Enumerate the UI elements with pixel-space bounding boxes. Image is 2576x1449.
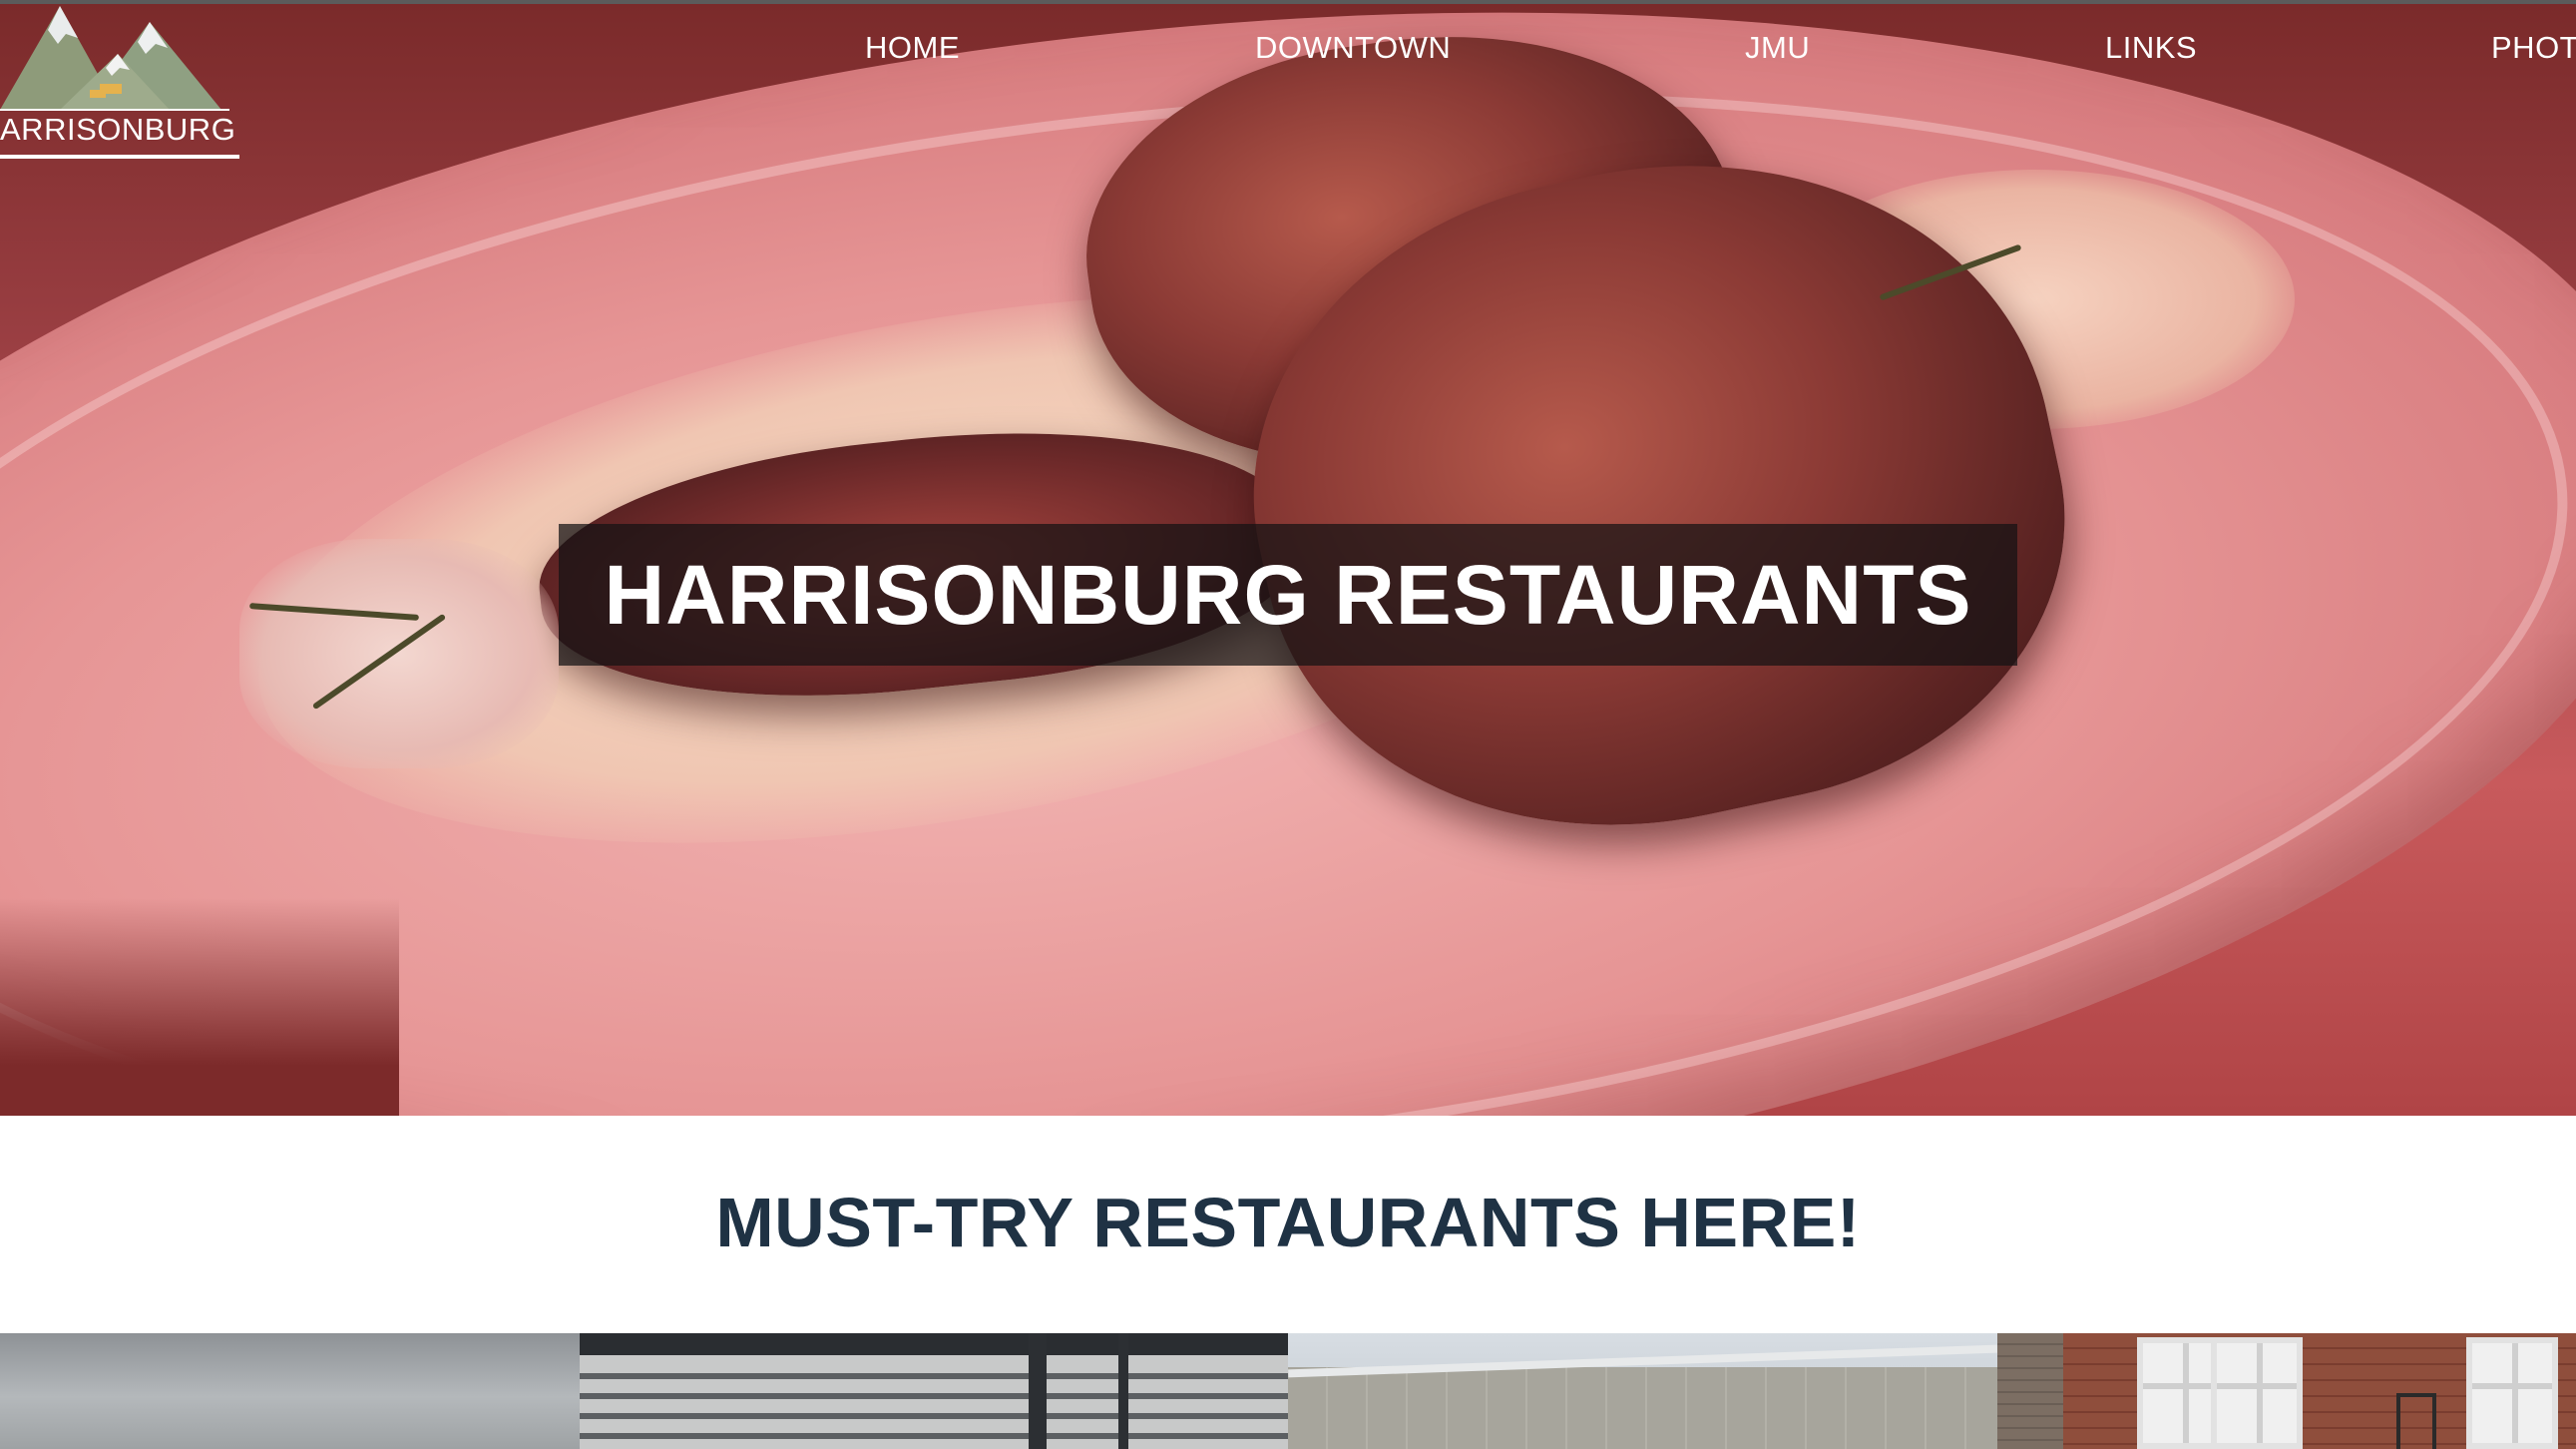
restaurant-gallery: [0, 1333, 2576, 1449]
logo-text: ARRISONBURG: [0, 112, 236, 147]
site-logo[interactable]: ARRISONBURG: [0, 0, 244, 165]
hero-title-box: HARRISONBURG RESTAURANTS: [559, 524, 2017, 666]
main-nav: HOME DOWNTOWN JMU LINKS PHOT: [0, 30, 2576, 80]
nav-home[interactable]: HOME: [865, 30, 960, 66]
gallery-tile-patio[interactable]: [580, 1333, 1288, 1449]
gallery-tile-sky[interactable]: [0, 1333, 580, 1449]
nav-jmu[interactable]: JMU: [1745, 30, 1810, 66]
top-border: [0, 0, 2576, 4]
nav-downtown[interactable]: DOWNTOWN: [1255, 30, 1451, 66]
canopy-stripe: [580, 1433, 1288, 1439]
canopy-beam: [580, 1333, 1288, 1355]
nav-photos[interactable]: PHOT: [2491, 30, 2576, 66]
nav-links[interactable]: LINKS: [2105, 30, 2197, 66]
building-wall: [1288, 1367, 1997, 1449]
storefront-window: [2211, 1337, 2303, 1449]
hero-title: HARRISONBURG RESTAURANTS: [604, 548, 1972, 642]
gallery-tile-building[interactable]: [1288, 1333, 1997, 1449]
canopy-stripe: [580, 1393, 1288, 1399]
storefront-shingles: [1997, 1333, 2063, 1449]
logo-underline: [0, 155, 239, 159]
canopy-post: [1118, 1333, 1128, 1449]
hero-garnish: [239, 539, 559, 768]
canopy-stripe: [580, 1373, 1288, 1379]
section-heading: MUST-TRY RESTAURANTS HERE!: [715, 1184, 1861, 1261]
canopy-post: [1029, 1333, 1047, 1449]
storefront-window: [2466, 1337, 2558, 1449]
gallery-tile-storefront[interactable]: [1997, 1333, 2576, 1449]
hero-tablecloth: [0, 898, 399, 1116]
storefront-lamp: [2396, 1393, 2436, 1449]
hero-banner: ARRISONBURG HOME DOWNTOWN JMU LINKS PHOT…: [0, 0, 2576, 1116]
canopy-stripe: [580, 1413, 1288, 1419]
